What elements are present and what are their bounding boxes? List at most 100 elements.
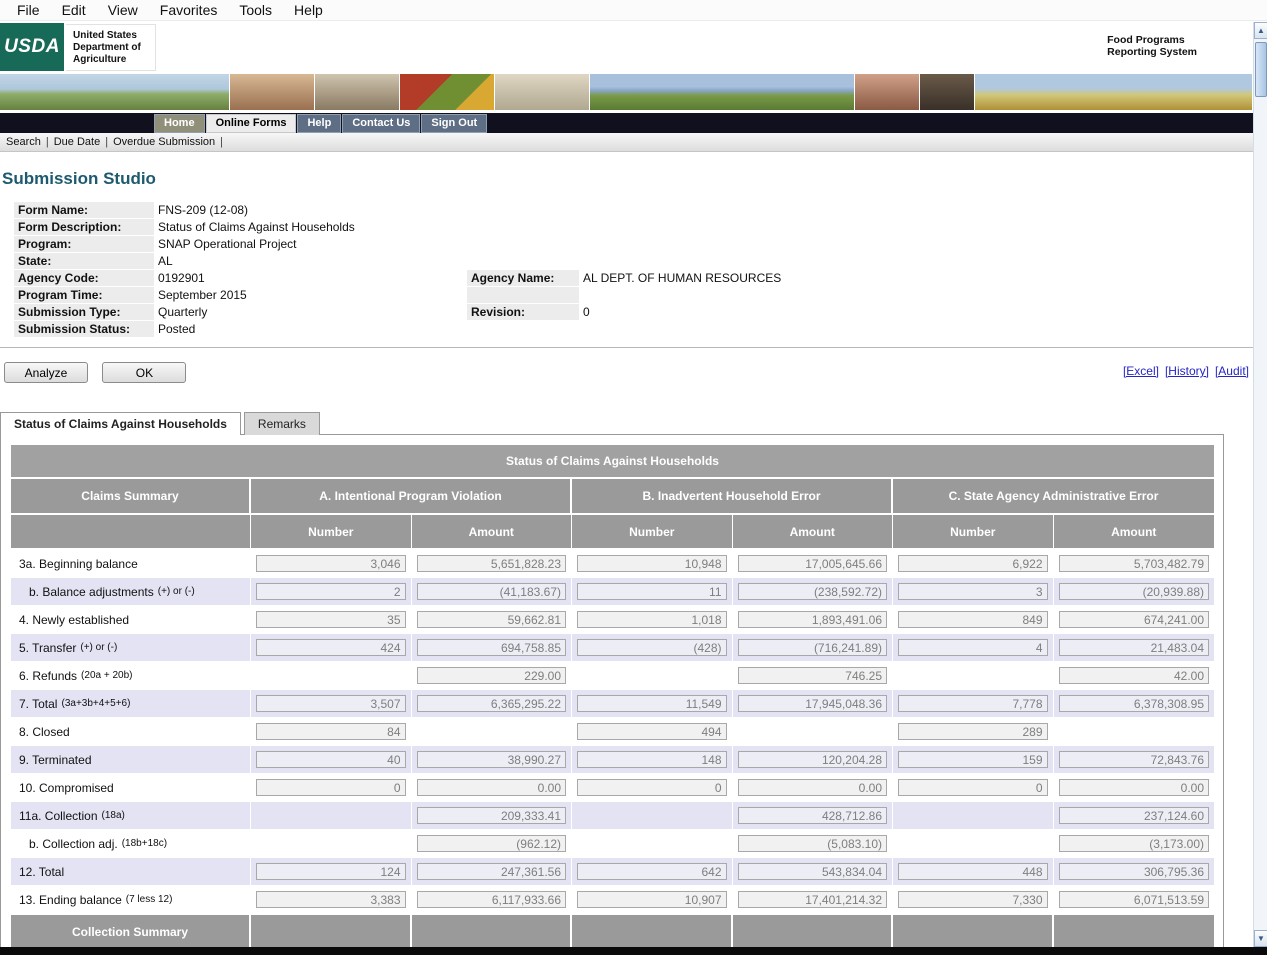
cell-input[interactable]: 494 (577, 723, 727, 740)
nav-tab-sign-out[interactable]: Sign Out (421, 114, 487, 133)
subnav-link-due-date[interactable]: Due Date (54, 136, 100, 148)
cell-input[interactable]: 6,117,933.66 (417, 891, 567, 908)
cell-input[interactable]: 746.25 (738, 667, 888, 684)
ok-button[interactable]: OK (102, 362, 186, 383)
cell-input[interactable]: 6,378,308.95 (1059, 695, 1210, 712)
cell-input[interactable]: 59,662.81 (417, 611, 567, 628)
cell-input[interactable]: (238,592.72) (738, 583, 888, 600)
scroll-up-arrow[interactable]: ▲ (1254, 22, 1267, 39)
cell-input[interactable]: 3 (898, 583, 1048, 600)
cell-input[interactable]: 3,507 (256, 695, 406, 712)
cell-input[interactable]: 21,483.04 (1059, 639, 1210, 656)
cell-input[interactable]: 674,241.00 (1059, 611, 1210, 628)
nav-tab-online-forms[interactable]: Online Forms (206, 114, 297, 133)
link-history[interactable]: [History] (1165, 364, 1209, 378)
menu-item-help[interactable]: Help (283, 1, 334, 19)
cell-input[interactable]: 1,893,491.06 (738, 611, 888, 628)
menu-item-edit[interactable]: Edit (51, 1, 97, 19)
cell-input[interactable]: (716,241.89) (738, 639, 888, 656)
table-row: 6. Refunds(20a + 20b)229.00746.2542.00 (11, 662, 1214, 690)
scrollbar-thumb[interactable] (1255, 42, 1267, 97)
cell-input[interactable]: 3,046 (256, 555, 406, 572)
table-cell: 11 (572, 578, 733, 605)
cell-input[interactable]: 84 (256, 723, 406, 740)
menu-item-view[interactable]: View (97, 1, 149, 19)
cell-input[interactable]: 35 (256, 611, 406, 628)
cell-input[interactable]: 306,795.36 (1059, 863, 1210, 880)
subnav-link-search[interactable]: Search (6, 136, 41, 148)
cell-input[interactable]: 642 (577, 863, 727, 880)
form-info-row: Agency Code:0192901Agency Name:AL DEPT. … (14, 270, 1253, 286)
cell-input[interactable]: 3,383 (256, 891, 406, 908)
cell-input[interactable]: 17,945,048.36 (738, 695, 888, 712)
cell-input[interactable]: 4 (898, 639, 1048, 656)
analyze-button[interactable]: Analyze (4, 362, 88, 383)
cell-input[interactable]: 849 (898, 611, 1048, 628)
cell-input[interactable]: 2 (256, 583, 406, 600)
cell-input[interactable]: 0 (898, 779, 1048, 796)
cell-input[interactable]: 6,365,295.22 (417, 695, 567, 712)
cell-input[interactable]: 424 (256, 639, 406, 656)
cell-input[interactable]: (20,939.88) (1059, 583, 1210, 600)
cell-input[interactable]: 10,907 (577, 891, 727, 908)
menu-item-file[interactable]: File (6, 1, 51, 19)
link-excel[interactable]: [Excel] (1123, 364, 1159, 378)
cell-input[interactable]: (962.12) (417, 835, 567, 852)
table-cell: 38,990.27 (412, 746, 573, 773)
tab-remarks[interactable]: Remarks (244, 412, 320, 435)
link-audit[interactable]: [Audit] (1215, 364, 1249, 378)
section-header-empty-cell (1054, 915, 1215, 948)
cell-input[interactable]: 159 (898, 751, 1048, 768)
cell-input[interactable]: 120,204.28 (738, 751, 888, 768)
table-group-header-row: Claims SummaryA. Intentional Program Vio… (11, 479, 1214, 515)
cell-input[interactable]: 6,071,513.59 (1059, 891, 1210, 908)
cell-input[interactable]: 0.00 (738, 779, 888, 796)
cell-input[interactable]: 42.00 (1059, 667, 1210, 684)
vertical-scrollbar[interactable]: ▲ ▼ (1253, 22, 1267, 947)
menu-item-tools[interactable]: Tools (228, 1, 283, 19)
cell-input[interactable]: 38,990.27 (417, 751, 567, 768)
nav-tab-help[interactable]: Help (297, 114, 341, 133)
cell-input[interactable]: 5,703,482.79 (1059, 555, 1210, 572)
scroll-down-arrow[interactable]: ▼ (1254, 930, 1267, 947)
cell-input[interactable]: 0 (577, 779, 727, 796)
cell-input[interactable]: 10,948 (577, 555, 727, 572)
cell-input[interactable]: 11,549 (577, 695, 727, 712)
cell-input[interactable]: (5,083.10) (738, 835, 888, 852)
cell-input[interactable]: 428,712.86 (738, 807, 888, 824)
cell-input[interactable]: 6,922 (898, 555, 1048, 572)
cell-input[interactable]: 17,401,214.32 (738, 891, 888, 908)
cell-input[interactable]: 5,651,828.23 (417, 555, 567, 572)
cell-input[interactable]: 7,330 (898, 891, 1048, 908)
cell-input[interactable]: 0.00 (1059, 779, 1210, 796)
cell-input[interactable]: 17,005,645.66 (738, 555, 888, 572)
cell-input[interactable]: 11 (577, 583, 727, 600)
subnav-link-overdue-submission[interactable]: Overdue Submission (113, 136, 215, 148)
cell-input[interactable]: 40 (256, 751, 406, 768)
cell-input[interactable]: 148 (577, 751, 727, 768)
cell-input[interactable]: 237,124.60 (1059, 807, 1210, 824)
tab-status-of-claims-against-households[interactable]: Status of Claims Against Households (0, 412, 241, 435)
cell-input[interactable]: 72,843.76 (1059, 751, 1210, 768)
cell-input[interactable]: 209,333.41 (417, 807, 567, 824)
cell-input[interactable]: 0 (256, 779, 406, 796)
table-cell: 42.00 (1054, 662, 1215, 689)
cell-input[interactable]: 124 (256, 863, 406, 880)
cell-input[interactable]: 247,361.56 (417, 863, 567, 880)
nav-tab-home[interactable]: Home (154, 114, 205, 133)
cell-input[interactable]: (41,183.67) (417, 583, 567, 600)
cell-input[interactable]: 694,758.85 (417, 639, 567, 656)
cell-input[interactable]: 289 (898, 723, 1048, 740)
cell-input[interactable]: 543,834.04 (738, 863, 888, 880)
nav-tab-contact-us[interactable]: Contact Us (342, 114, 420, 133)
action-bar: Analyze OK [Excel] [History] [Audit] (4, 362, 1253, 386)
cell-input[interactable]: 7,778 (898, 695, 1048, 712)
cell-input[interactable]: 0.00 (417, 779, 567, 796)
menu-item-favorites[interactable]: Favorites (149, 1, 229, 19)
cell-input[interactable]: (3,173.00) (1059, 835, 1210, 852)
cell-input[interactable]: 229.00 (417, 667, 567, 684)
table-row: 9. Terminated4038,990.27148120,204.28159… (11, 746, 1214, 774)
cell-input[interactable]: 448 (898, 863, 1048, 880)
cell-input[interactable]: 1,018 (577, 611, 727, 628)
cell-input[interactable]: (428) (577, 639, 727, 656)
